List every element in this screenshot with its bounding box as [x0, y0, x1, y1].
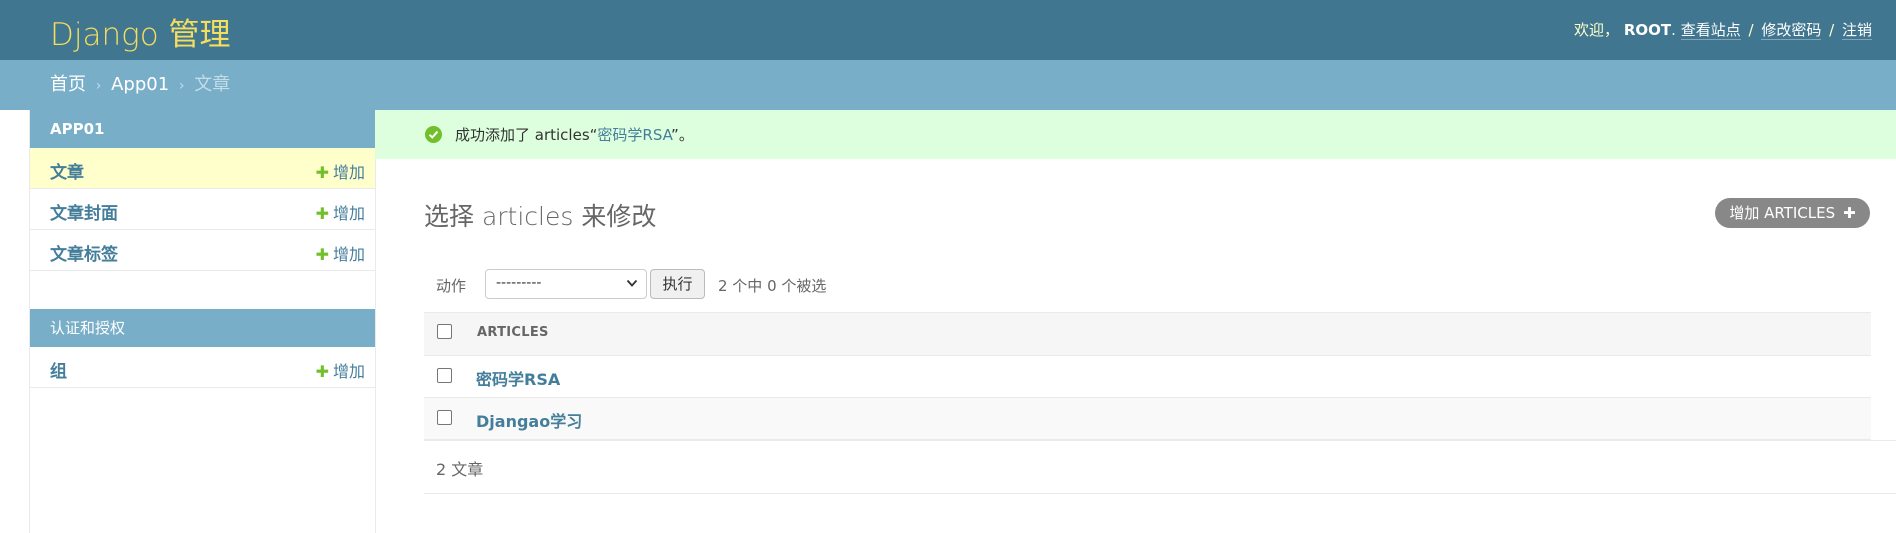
change-password-link[interactable]: 修改密码 — [1761, 21, 1822, 40]
add-label: 增加 — [332, 163, 365, 182]
table-row: Djangao学习 — [424, 398, 1871, 440]
sidebar-item-articles: 文章 ✚ 增加 — [30, 148, 375, 189]
plus-icon: ✚ — [1843, 204, 1856, 222]
welcome-text: 欢迎， — [1574, 21, 1620, 39]
add-group-link[interactable]: ✚ 增加 — [316, 358, 365, 382]
message-prefix: 成功添加了 articles“ — [455, 126, 598, 144]
add-label: 增加 — [332, 362, 365, 381]
separator: / — [1748, 21, 1754, 39]
table-header: ARTICLES — [424, 312, 1871, 356]
message-suffix: ”。 — [671, 126, 694, 144]
site-header: Django 管理 欢迎， ROOT. 查看站点 / 修改密码 / 注销 — [0, 0, 1896, 60]
logout-link[interactable]: 注销 — [1841, 21, 1872, 40]
result-count: 2 文章 — [436, 460, 484, 479]
action-label: 动作 — [436, 277, 467, 295]
user-tools: 欢迎， ROOT. 查看站点 / 修改密码 / 注销 — [1574, 21, 1872, 40]
add-article-cover-link[interactable]: ✚ 增加 — [316, 200, 365, 224]
message-object-link[interactable]: 密码学RSA — [597, 126, 671, 144]
sidebar-item-label[interactable]: 文章标签 — [50, 240, 118, 265]
breadcrumb-separator: › — [178, 78, 185, 94]
sidebar-item-label[interactable]: 文章封面 — [50, 199, 118, 224]
module-caption-auth[interactable]: 认证和授权 — [30, 309, 375, 347]
view-site-link[interactable]: 查看站点 — [1680, 21, 1741, 40]
row-link[interactable]: 密码学RSA — [476, 366, 560, 390]
column-header-articles[interactable]: ARTICLES — [477, 325, 549, 340]
page-title: 选择 articles 来修改 — [424, 202, 657, 231]
breadcrumb-separator: › — [95, 78, 102, 94]
breadcrumb-home[interactable]: 首页 — [50, 74, 86, 95]
row-checkbox[interactable] — [437, 410, 452, 425]
breadcrumb-current: 文章 — [194, 74, 231, 95]
paginator: 2 文章 — [424, 440, 1896, 494]
sidebar-item-article-covers: 文章封面 ✚ 增加 — [30, 189, 375, 230]
add-label: 增加 — [332, 204, 365, 223]
row-checkbox[interactable] — [437, 368, 452, 383]
nav-sidebar: APP01 文章 ✚ 增加 文章封面 ✚ 增加 文章标签 ✚ 增加 认证和授权 组 ✚… — [29, 110, 376, 533]
plus-icon: ✚ — [315, 245, 329, 264]
sidebar-item-article-tags: 文章标签 ✚ 增加 — [30, 230, 375, 271]
table-row: 密码学RSA — [424, 356, 1871, 398]
separator: / — [1829, 21, 1835, 39]
breadcrumb-app[interactable]: App01 — [111, 74, 169, 95]
breadcrumb: 首页 › App01 › 文章 — [0, 60, 1896, 110]
site-branding[interactable]: Django 管理 — [50, 9, 231, 54]
username: ROOT — [1623, 21, 1672, 39]
module-caption-app01[interactable]: APP01 — [30, 110, 375, 148]
add-button-label: 增加 ARTICLES — [1729, 204, 1836, 222]
sidebar-item-label[interactable]: 组 — [50, 357, 67, 382]
sidebar-item-label[interactable]: 文章 — [50, 158, 84, 183]
result-list: ARTICLES 密码学RSA Djangao学习 — [424, 312, 1871, 440]
sidebar-item-groups: 组 ✚ 增加 — [30, 347, 375, 388]
add-label: 增加 — [332, 245, 365, 264]
plus-icon: ✚ — [315, 362, 329, 381]
success-message: 成功添加了 articles“密码学RSA”。 — [375, 110, 1896, 159]
selection-counter: 2 个中 0 个被选 — [718, 277, 827, 295]
plus-icon: ✚ — [315, 163, 329, 182]
check-icon — [425, 126, 442, 143]
add-article-link[interactable]: ✚ 增加 — [316, 159, 365, 183]
plus-icon: ✚ — [315, 204, 329, 223]
row-link[interactable]: Djangao学习 — [476, 408, 582, 432]
go-button[interactable]: 执行 — [650, 269, 705, 299]
add-article-tag-link[interactable]: ✚ 增加 — [316, 241, 365, 265]
actions-bar: 动作 --------- 执行 2 个中 0 个被选 — [424, 266, 1870, 310]
add-articles-button[interactable]: 增加 ARTICLES ✚ — [1715, 198, 1870, 228]
action-select-value: --------- — [496, 275, 542, 291]
select-all-checkbox[interactable] — [437, 324, 452, 339]
message-text: 成功添加了 articles“密码学RSA”。 — [455, 124, 694, 145]
action-select[interactable]: --------- — [485, 269, 647, 299]
chevron-down-icon — [626, 279, 638, 287]
